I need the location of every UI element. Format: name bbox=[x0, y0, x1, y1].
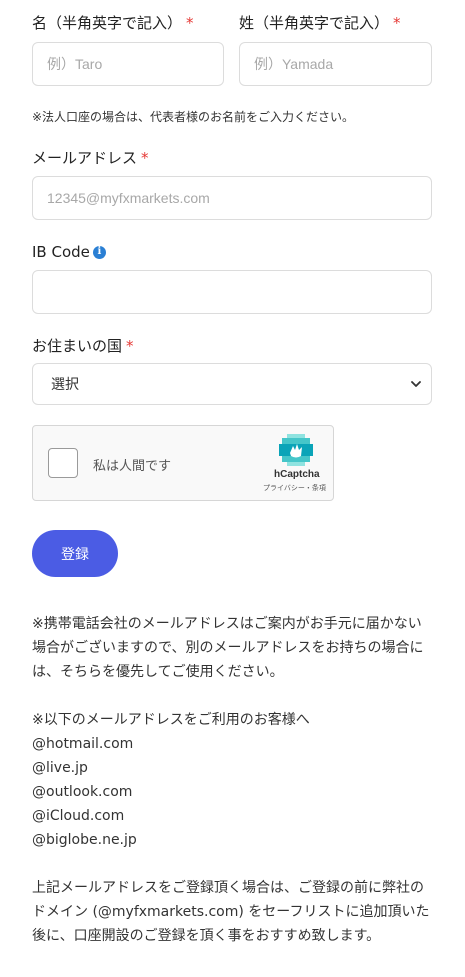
last-name-placeholder: 例）Yamada bbox=[254, 56, 334, 72]
country-selected-value: 選択 bbox=[51, 377, 79, 393]
last-name-label: 姓（半角英字で記入） * bbox=[239, 14, 401, 32]
ib-code-input[interactable] bbox=[32, 270, 432, 314]
hcaptcha-brand: hCaptcha bbox=[274, 469, 320, 480]
first-name-input[interactable]: 例）Taro bbox=[32, 42, 224, 86]
captcha-checkbox-label: 私は人間です bbox=[93, 459, 172, 474]
domain-item: @outlook.com bbox=[32, 784, 133, 800]
domain-list-block: ※以下のメールアドレスをご利用のお客様へ @hotmail.com @live.… bbox=[32, 708, 432, 852]
email-input[interactable]: 12345@myfxmarkets.com bbox=[32, 176, 432, 220]
first-name-placeholder: 例）Taro bbox=[47, 56, 103, 72]
email-label: メールアドレス * bbox=[32, 149, 149, 167]
domain-item: @live.jp bbox=[32, 760, 88, 776]
safelist-advice: 上記メールアドレスをご登録頂く場合は、ご登録の前に弊社のドメイン (@myfxm… bbox=[32, 880, 430, 944]
email-placeholder: 12345@myfxmarkets.com bbox=[47, 190, 210, 206]
domain-item: @biglobe.ne.jp bbox=[32, 832, 137, 848]
hcaptcha-links[interactable]: プライバシー・条項 bbox=[263, 483, 326, 493]
first-name-label: 名（半角英字で記入） * bbox=[32, 14, 194, 32]
ib-code-label: IB Code i bbox=[32, 242, 106, 262]
captcha-checkbox[interactable] bbox=[48, 448, 78, 478]
country-label: お住まいの国 * bbox=[32, 337, 134, 355]
chevron-down-icon bbox=[411, 381, 421, 387]
domain-item: @iCloud.com bbox=[32, 808, 125, 824]
hcaptcha-widget: 私は人間です hCaptcha プライバシー・条項 bbox=[32, 425, 334, 501]
required-mark: * bbox=[186, 14, 194, 32]
domain-item: @hotmail.com bbox=[32, 736, 134, 752]
corporate-note: ※法人口座の場合は、代表者様のお名前をご入力ください。 bbox=[32, 110, 355, 124]
info-icon[interactable]: i bbox=[92, 245, 106, 259]
mobile-email-warning: ※携帯電話会社のメールアドレスはご案内がお手元に届かない場合がございますので、別… bbox=[32, 616, 424, 680]
required-mark: * bbox=[393, 14, 401, 32]
country-select[interactable]: 選択 bbox=[32, 363, 432, 405]
required-mark: * bbox=[141, 149, 149, 167]
domain-list-intro: ※以下のメールアドレスをご利用のお客様へ bbox=[32, 712, 310, 728]
register-button[interactable]: 登録 bbox=[32, 530, 118, 577]
last-name-input[interactable]: 例）Yamada bbox=[239, 42, 432, 86]
required-mark: * bbox=[126, 337, 134, 355]
hcaptcha-logo-icon bbox=[279, 434, 313, 466]
